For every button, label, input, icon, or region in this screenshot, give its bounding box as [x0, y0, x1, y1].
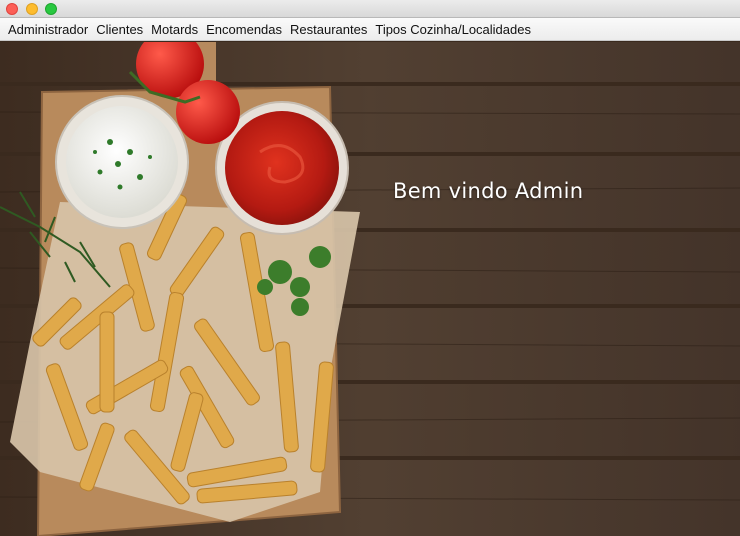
background-image [0, 42, 740, 536]
menu-bar: Administrador Clientes Motards Encomenda… [0, 18, 740, 41]
minimize-button[interactable] [26, 3, 38, 15]
maximize-button[interactable] [45, 3, 57, 15]
app-window: Administrador Clientes Motards Encomenda… [0, 0, 740, 536]
menu-administrador[interactable]: Administrador [4, 20, 92, 39]
menu-encomendas[interactable]: Encomendas [202, 20, 286, 39]
main-content: Bem vindo Admin [0, 42, 740, 536]
title-bar [0, 0, 740, 18]
menu-motards[interactable]: Motards [147, 20, 202, 39]
parchment-paper [10, 202, 360, 522]
menu-tipos-cozinha-localidades[interactable]: Tipos Cozinha/Localidades [371, 20, 535, 39]
close-button[interactable] [6, 3, 18, 15]
mayonnaise-bowl [55, 95, 189, 229]
welcome-message: Bem vindo Admin [393, 179, 584, 203]
menu-restaurantes[interactable]: Restaurantes [286, 20, 371, 39]
menu-clientes[interactable]: Clientes [92, 20, 147, 39]
